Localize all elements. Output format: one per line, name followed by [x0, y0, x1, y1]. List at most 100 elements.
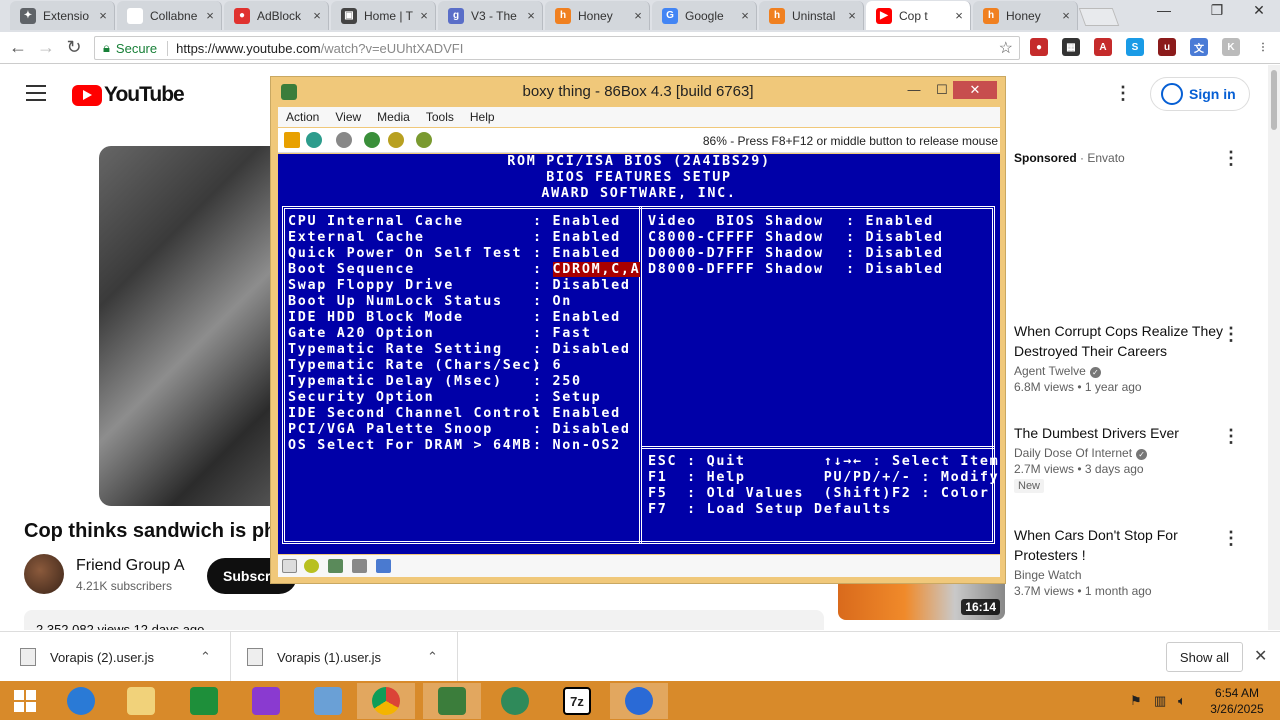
bios-setting-row[interactable]: IDE Second Channel Control: Enabled — [288, 406, 621, 422]
bios-setting-value[interactable]: On — [553, 294, 573, 309]
extension-icon[interactable]: ▦ — [1062, 38, 1080, 56]
86box-taskbar-button[interactable] — [423, 683, 481, 719]
browser-tab[interactable]: ✦ Extensio × — [10, 1, 115, 30]
tab-close-icon[interactable]: × — [413, 8, 435, 23]
recommendation-item[interactable]: When Cars Don't Stop For Protesters ! Bi… — [1014, 525, 1234, 598]
new-tab-button[interactable] — [1078, 8, 1120, 26]
bios-setting-row[interactable]: Gate A20 Option: Fast — [288, 326, 592, 342]
rec-kebab-icon[interactable]: ⋮ — [1222, 426, 1240, 447]
bios-setting-row[interactable]: OS Select For DRAM > 64MB: Non-OS2 — [288, 438, 621, 454]
network-tray-icon[interactable]: ▥ — [1154, 693, 1166, 709]
bios-setting-value[interactable]: Enabled — [553, 230, 621, 245]
scrollbar-thumb[interactable] — [1271, 70, 1277, 130]
reload-icon[interactable]: ↻ — [62, 37, 86, 58]
bios-setting-value[interactable]: Disabled — [866, 230, 944, 245]
bios-setting-row[interactable]: D0000-D7FFF Shadow: Disabled — [648, 246, 944, 262]
download-item[interactable]: Vorapis (2).user.js ⌃ — [20, 640, 220, 674]
rec-thumbnail[interactable]: 16:14 — [838, 583, 1005, 620]
bios-setting-row[interactable]: IDE HDD Block Mode: Enabled — [288, 310, 621, 326]
rec-kebab-icon[interactable]: ⋮ — [1222, 324, 1240, 345]
tab-close-icon[interactable]: × — [841, 8, 863, 23]
pause-icon[interactable] — [284, 132, 300, 148]
bios-setting-row[interactable]: Security Option: Setup — [288, 390, 601, 406]
chrome-taskbar-button[interactable] — [357, 683, 415, 719]
restore-button[interactable]: ❐ — [1203, 2, 1231, 19]
bios-setting-row[interactable]: D8000-DFFFF Shadow: Disabled — [648, 262, 944, 278]
bios-setting-row[interactable]: Typematic Delay (Msec): 250 — [288, 374, 582, 390]
forward-arrow-icon[interactable]: → — [34, 37, 58, 58]
bios-setting-value[interactable]: Enabled — [553, 246, 621, 261]
bookmark-star-icon[interactable]: ☆ — [999, 38, 1013, 58]
bios-setting-row[interactable]: Boot Up NumLock Status: On — [288, 294, 572, 310]
tab-close-icon[interactable]: × — [520, 8, 542, 23]
browser-tab[interactable]: G Google × — [652, 1, 757, 30]
bios-setting-value[interactable]: Fast — [553, 326, 592, 341]
back-arrow-icon[interactable]: ← — [6, 37, 30, 58]
emu-close-button[interactable]: ✕ — [953, 81, 997, 99]
taskbar-clock[interactable]: 6:54 AM 3/26/2025 — [1204, 685, 1270, 717]
bios-setting-row[interactable]: Typematic Rate (Chars/Sec): 6 — [288, 358, 562, 374]
emu-menu-item[interactable]: View — [327, 110, 369, 124]
browser-tab[interactable]: Collabne × — [117, 1, 222, 30]
bios-setting-row[interactable]: CPU Internal Cache: Enabled — [288, 214, 621, 230]
minimize-button[interactable]: — — [1150, 2, 1178, 18]
app-taskbar-button[interactable] — [610, 683, 668, 719]
download-item[interactable]: Vorapis (1).user.js ⌃ — [247, 640, 447, 674]
extension-icon-gray[interactable]: K — [1222, 38, 1240, 56]
emu-minimize-button[interactable]: — — [901, 81, 927, 99]
channel-avatar[interactable] — [24, 554, 64, 594]
volume-icon[interactable]: 🔈︎ — [1178, 693, 1186, 709]
bios-setting-value[interactable]: Non-OS2 — [553, 438, 621, 453]
emu-menu-item[interactable]: Tools — [418, 110, 462, 124]
browser-tab[interactable]: h Honey × — [545, 1, 650, 30]
bios-screen[interactable]: ROM PCI/ISA BIOS (2A4IBS29) BIOS FEATURE… — [278, 154, 1000, 554]
menu-icon[interactable] — [26, 85, 46, 106]
recommendation-item[interactable]: The Dumbest Drivers Ever Daily Dose Of I… — [1014, 423, 1234, 493]
skype-extension-icon[interactable]: S — [1126, 38, 1144, 56]
show-all-button[interactable]: Show all — [1166, 642, 1243, 672]
bios-setting-value[interactable]: Disabled — [866, 246, 944, 261]
sound-icon[interactable] — [376, 559, 391, 573]
recommendation-item[interactable]: When Corrupt Cops Realize They Destroyed… — [1014, 321, 1234, 394]
ie-taskbar-button[interactable] — [52, 683, 110, 719]
bios-setting-row[interactable]: Typematic Rate Setting: Disabled — [288, 342, 631, 358]
power-icon[interactable] — [336, 132, 352, 148]
ctrl-alt-del-icon[interactable] — [388, 132, 404, 148]
browser-tab[interactable]: ▶ Cop t × — [866, 1, 971, 30]
tab-close-icon[interactable]: × — [199, 8, 221, 23]
address-bar[interactable]: 🔒︎ Secure https://www.youtube.com/watch?… — [94, 36, 1020, 60]
bios-setting-row[interactable]: Swap Floppy Drive: Disabled — [288, 278, 631, 294]
translate-extension-icon[interactable]: 文 — [1190, 38, 1208, 56]
reset-icon[interactable] — [306, 132, 322, 148]
bios-setting-value[interactable]: Setup — [553, 390, 602, 405]
network-icon[interactable] — [352, 559, 367, 573]
tab-close-icon[interactable]: × — [1055, 8, 1077, 23]
emulator-window[interactable]: boxy thing - 86Box 4.3 [build 6763] — ☐ … — [270, 76, 1006, 584]
emu-maximize-button[interactable]: ☐ — [929, 81, 955, 99]
page-scrollbar[interactable] — [1268, 65, 1280, 630]
hdd-icon[interactable] — [328, 559, 343, 573]
cdrom-icon[interactable] — [304, 559, 319, 573]
youtube-logo[interactable]: YouTube — [72, 83, 185, 107]
tab-close-icon[interactable]: × — [306, 8, 328, 23]
tab-close-icon[interactable]: × — [734, 8, 756, 23]
video-player[interactable] — [99, 146, 279, 506]
ad-kebab-icon[interactable]: ⋮ — [1222, 148, 1240, 169]
bios-setting-value[interactable]: 6 — [553, 358, 563, 373]
fullscreen-icon[interactable] — [416, 132, 432, 148]
browser-tab[interactable]: ● AdBlock × — [224, 1, 329, 30]
settings-kebab-icon[interactable]: ⋮ — [1114, 83, 1132, 104]
settings-gear-icon[interactable] — [364, 132, 380, 148]
browser-tab[interactable]: ▣ Home | T × — [331, 1, 436, 30]
bios-setting-row[interactable]: PCI/VGA Palette Snoop: Disabled — [288, 422, 631, 438]
tab-close-icon[interactable]: × — [92, 8, 114, 23]
channel-name[interactable]: Friend Group A — [76, 557, 185, 575]
explorer-taskbar-button[interactable] — [112, 683, 170, 719]
chevron-up-icon[interactable]: ⌃ — [200, 649, 211, 665]
bios-setting-row[interactable]: Quick Power On Self Test: Enabled — [288, 246, 621, 262]
sign-in-button[interactable]: Sign in — [1150, 77, 1250, 111]
bios-setting-value[interactable]: Disabled — [866, 262, 944, 277]
browser-tab[interactable]: h Honey × — [973, 1, 1078, 30]
bios-setting-value[interactable]: 250 — [553, 374, 582, 389]
close-window-button[interactable]: ✕ — [1245, 2, 1273, 19]
